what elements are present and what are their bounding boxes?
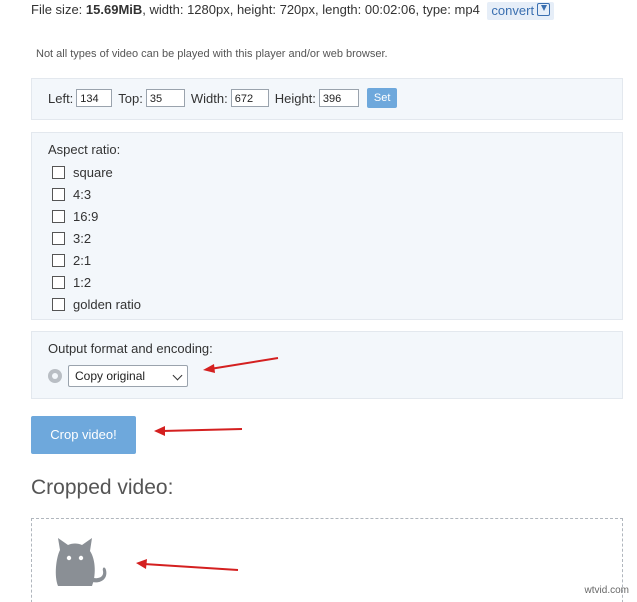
checkbox[interactable] bbox=[52, 297, 65, 311]
checkbox[interactable] bbox=[52, 231, 65, 245]
aspect-ratio-list: square 4:3 16:9 3:2 2:1 1:2 golden ratio bbox=[52, 161, 141, 315]
convert-button[interactable]: convert bbox=[487, 1, 555, 20]
aspect-ratio-panel: Aspect ratio: square 4:3 16:9 3:2 2:1 1:… bbox=[31, 132, 623, 320]
aspect-option-label: 1:2 bbox=[73, 274, 92, 290]
set-button[interactable]: Set bbox=[366, 88, 398, 108]
page: File size: 15.69MiB, width: 1280px, heig… bbox=[0, 0, 637, 602]
annotation-arrow-crop bbox=[154, 426, 243, 436]
checkbox[interactable] bbox=[52, 253, 65, 267]
checkbox[interactable] bbox=[52, 165, 65, 179]
output-format-selected: Copy original bbox=[75, 369, 146, 383]
left-label: Left: bbox=[48, 90, 74, 106]
gear-icon[interactable] bbox=[48, 369, 62, 383]
checkbox[interactable] bbox=[52, 209, 65, 223]
aspect-option-2-1[interactable]: 2:1 bbox=[52, 249, 141, 271]
output-format-select[interactable]: Copy original bbox=[68, 365, 188, 387]
aspect-option-golden-ratio[interactable]: golden ratio bbox=[52, 293, 141, 315]
convert-label: convert bbox=[491, 2, 535, 18]
output-format-title: Output format and encoding: bbox=[48, 341, 213, 356]
height-input[interactable]: 396 bbox=[318, 89, 359, 107]
cropped-video-title: Cropped video: bbox=[31, 476, 174, 499]
aspect-option-square[interactable]: square bbox=[52, 161, 141, 183]
chevron-down-icon bbox=[172, 370, 183, 381]
aspect-option-label: 16:9 bbox=[73, 208, 99, 224]
aspect-option-16-9[interactable]: 16:9 bbox=[52, 205, 141, 227]
file-info: File size: 15.69MiB, width: 1280px, heig… bbox=[31, 0, 555, 20]
checkbox[interactable] bbox=[52, 187, 65, 201]
file-info-prefix: File size: bbox=[31, 2, 86, 17]
output-format-panel: Output format and encoding: Copy origina… bbox=[31, 331, 623, 399]
playback-note: Not all types of video can be played wit… bbox=[36, 48, 388, 60]
height-label: Height: bbox=[274, 90, 316, 106]
top-input[interactable]: 35 bbox=[145, 89, 185, 107]
file-size: 15.69MiB bbox=[85, 2, 143, 17]
download-icon bbox=[537, 2, 551, 16]
width-input[interactable]: 672 bbox=[230, 89, 269, 107]
aspect-option-label: 3:2 bbox=[73, 230, 92, 246]
aspect-option-label: 4:3 bbox=[73, 186, 92, 202]
left-input[interactable]: 134 bbox=[76, 89, 113, 107]
aspect-option-label: golden ratio bbox=[73, 296, 141, 312]
cat-icon bbox=[55, 538, 107, 586]
position-panel: Left: 134 Top: 35 Width: 672 Height: 396… bbox=[31, 78, 623, 120]
file-info-rest: , width: 1280px, height: 720px, length: … bbox=[142, 2, 480, 17]
top-label: Top: bbox=[118, 90, 143, 106]
aspect-option-4-3[interactable]: 4:3 bbox=[52, 183, 141, 205]
cropped-video-area bbox=[31, 518, 623, 602]
aspect-option-3-2[interactable]: 3:2 bbox=[52, 227, 141, 249]
checkbox[interactable] bbox=[52, 275, 65, 289]
crop-video-button[interactable]: Crop video! bbox=[31, 416, 136, 454]
width-label: Width: bbox=[190, 90, 228, 106]
aspect-option-label: square bbox=[73, 164, 113, 180]
watermark: wtvid.com bbox=[584, 585, 629, 596]
aspect-option-1-2[interactable]: 1:2 bbox=[52, 271, 141, 293]
aspect-option-label: 2:1 bbox=[73, 252, 92, 268]
aspect-ratio-title: Aspect ratio: bbox=[48, 142, 121, 157]
